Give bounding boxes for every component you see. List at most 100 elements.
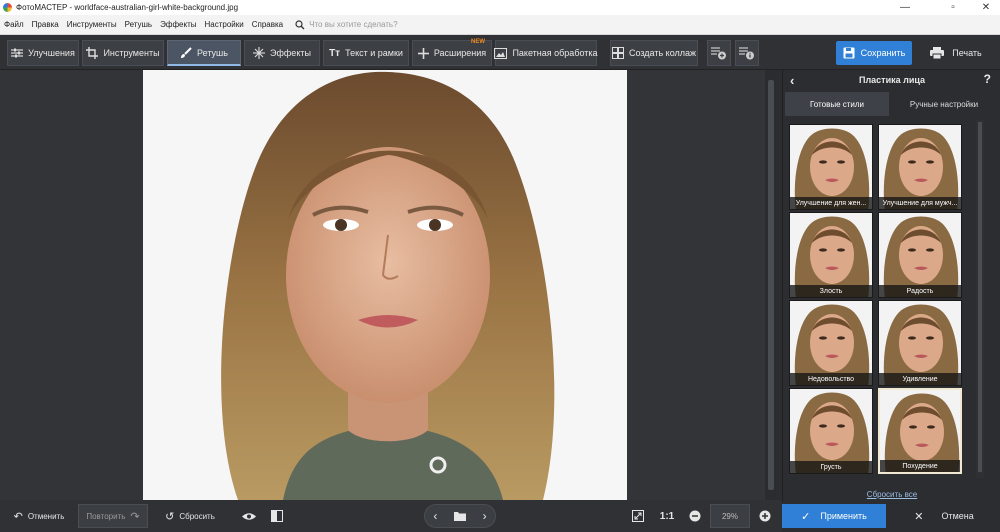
- tab-enhancements[interactable]: Улучшения: [7, 40, 79, 66]
- panel-scrollbar[interactable]: [976, 120, 984, 478]
- preset-label: Улучшение для мужч...: [879, 197, 961, 209]
- tab-manual-settings[interactable]: Ручные настройки: [891, 92, 997, 116]
- redo-arrow-icon: ↷: [130, 510, 140, 523]
- prev-image-icon[interactable]: ‹: [433, 509, 437, 523]
- close-window-button[interactable]: ✕: [972, 0, 1000, 15]
- redo-label: Повторить: [86, 511, 126, 521]
- tab-ready-styles[interactable]: Готовые стили: [785, 92, 889, 116]
- tab-label: Расширения: [433, 48, 487, 58]
- check-icon: ✓: [801, 510, 811, 523]
- redo-button[interactable]: Повторить ↷: [78, 504, 148, 528]
- reset-all-link[interactable]: Сбросить все: [783, 490, 1000, 499]
- print-label: Печать: [952, 48, 982, 58]
- tab-label: Ретушь: [197, 47, 228, 58]
- apply-label: Применить: [820, 511, 867, 521]
- eye-icon: [242, 512, 256, 520]
- printer-icon: [930, 47, 945, 59]
- preset-thumbnail[interactable]: Злость: [789, 212, 873, 298]
- reset-label: Сбросить: [179, 511, 215, 521]
- menu-tools[interactable]: Инструменты: [67, 20, 117, 29]
- preset-thumbnail[interactable]: Похудение: [878, 388, 962, 474]
- compare-button[interactable]: [266, 504, 288, 528]
- tab-create-collage[interactable]: Создать коллаж: [610, 40, 698, 66]
- preset-label: Улучшение для жен...: [790, 197, 872, 209]
- preset-label: Удивление: [879, 373, 961, 385]
- tab-label: Пакетная обработка: [512, 48, 598, 58]
- tab-retouch[interactable]: Ретушь: [167, 40, 241, 66]
- sparkle-icon: [253, 47, 266, 59]
- list-info-icon: [739, 47, 754, 60]
- image-stack-icon: [494, 47, 508, 59]
- save-label: Сохранить: [860, 48, 906, 58]
- print-button[interactable]: Печать: [918, 41, 994, 65]
- tab-label: Текст и рамки: [345, 48, 403, 58]
- zoom-in-button[interactable]: [756, 504, 774, 528]
- menu-settings[interactable]: Настройки: [204, 20, 243, 29]
- actual-size-button[interactable]: 1:1: [656, 504, 678, 528]
- tab-label: Инструменты: [103, 48, 160, 58]
- tab-label: Создать коллаж: [628, 48, 697, 58]
- preset-thumbnail[interactable]: Грусть: [789, 388, 873, 474]
- folder-icon[interactable]: [453, 511, 466, 521]
- fit-to-screen-button[interactable]: [628, 504, 648, 528]
- menu-file[interactable]: Файл: [4, 20, 24, 29]
- scrollbar-thumb[interactable]: [768, 80, 774, 490]
- preset-label: Радость: [879, 285, 961, 297]
- panel-header: ‹ Пластика лица ?: [783, 70, 1000, 90]
- search-placeholder: Что вы хотите сделать?: [309, 20, 398, 29]
- zoom-level[interactable]: 29%: [710, 504, 750, 528]
- preset-thumbnail[interactable]: Недовольство: [789, 300, 873, 386]
- panel-title: Пластика лица: [858, 75, 926, 85]
- menu-search[interactable]: Что вы хотите сделать?: [295, 19, 398, 30]
- preset-thumbnail[interactable]: Удивление: [878, 300, 962, 386]
- image-navigation: ‹ ›: [424, 504, 496, 528]
- expand-icon: [632, 510, 644, 522]
- window-title: ФотоМАСТЕР - worldface-australian-girl-w…: [16, 3, 239, 12]
- list-add-icon: [711, 47, 726, 60]
- preset-info-button[interactable]: [735, 40, 759, 66]
- tab-batch-processing[interactable]: Пакетная обработка: [494, 40, 598, 66]
- canvas-vertical-scrollbar[interactable]: [765, 70, 777, 500]
- plus-circle-icon: [759, 510, 771, 522]
- preset-label: Похудение: [880, 460, 960, 472]
- zoom-out-button[interactable]: [686, 504, 704, 528]
- undo-label: Отменить: [27, 511, 65, 521]
- menu-retouch[interactable]: Ретушь: [125, 20, 153, 29]
- photomaster-window: ФотоМАСТЕР - worldface-australian-girl-w…: [0, 0, 1000, 532]
- main-toolbar: Улучшения Инструменты Ретушь Эффекты Tт …: [0, 35, 1000, 70]
- crop-icon: [86, 47, 99, 59]
- menu-help[interactable]: Справка: [252, 20, 283, 29]
- help-button[interactable]: ?: [984, 72, 991, 86]
- add-preset-button[interactable]: [707, 40, 731, 66]
- tab-extensions[interactable]: Расширения NEW: [412, 39, 492, 66]
- new-badge: NEW: [471, 39, 485, 45]
- tab-text-frames[interactable]: Tт Текст и рамки: [323, 40, 409, 66]
- apply-button[interactable]: ✓ Применить: [782, 504, 886, 528]
- preset-thumbnail[interactable]: Радость: [878, 212, 962, 298]
- preset-thumbnail[interactable]: Улучшение для жен...: [789, 124, 873, 210]
- minimize-button[interactable]: —: [891, 0, 919, 15]
- back-arrow-icon[interactable]: ‹: [790, 73, 794, 88]
- preset-thumbnail[interactable]: Улучшение для мужч...: [878, 124, 962, 210]
- tab-effects[interactable]: Эффекты: [244, 40, 320, 66]
- portrait-image: [143, 70, 627, 500]
- save-button[interactable]: Сохранить: [836, 41, 912, 65]
- panel-action-bar: ✓ Применить ✕ Отмена: [782, 502, 1000, 532]
- menu-edit[interactable]: Правка: [32, 20, 59, 29]
- preview-eye-button[interactable]: [238, 504, 260, 528]
- photo-canvas[interactable]: [143, 70, 627, 500]
- compare-icon: [271, 510, 283, 522]
- cancel-button[interactable]: ✕ Отмена: [892, 504, 996, 528]
- preset-label: Грусть: [790, 461, 872, 473]
- face-sculpt-panel: ‹ Пластика лица ? Готовые стили Ручные н…: [782, 70, 1000, 532]
- maximize-button[interactable]: ▫: [939, 0, 967, 15]
- menu-effects[interactable]: Эффекты: [160, 20, 196, 29]
- next-image-icon[interactable]: ›: [483, 509, 487, 523]
- tab-tools[interactable]: Инструменты: [82, 40, 164, 66]
- reset-button[interactable]: ↺ Сбросить: [160, 504, 220, 528]
- panel-scrollbar-thumb[interactable]: [978, 122, 982, 472]
- plus-icon: [417, 47, 429, 59]
- collage-icon: [611, 47, 624, 59]
- minus-circle-icon: [689, 510, 701, 522]
- undo-button[interactable]: ↶ Отменить: [6, 504, 72, 528]
